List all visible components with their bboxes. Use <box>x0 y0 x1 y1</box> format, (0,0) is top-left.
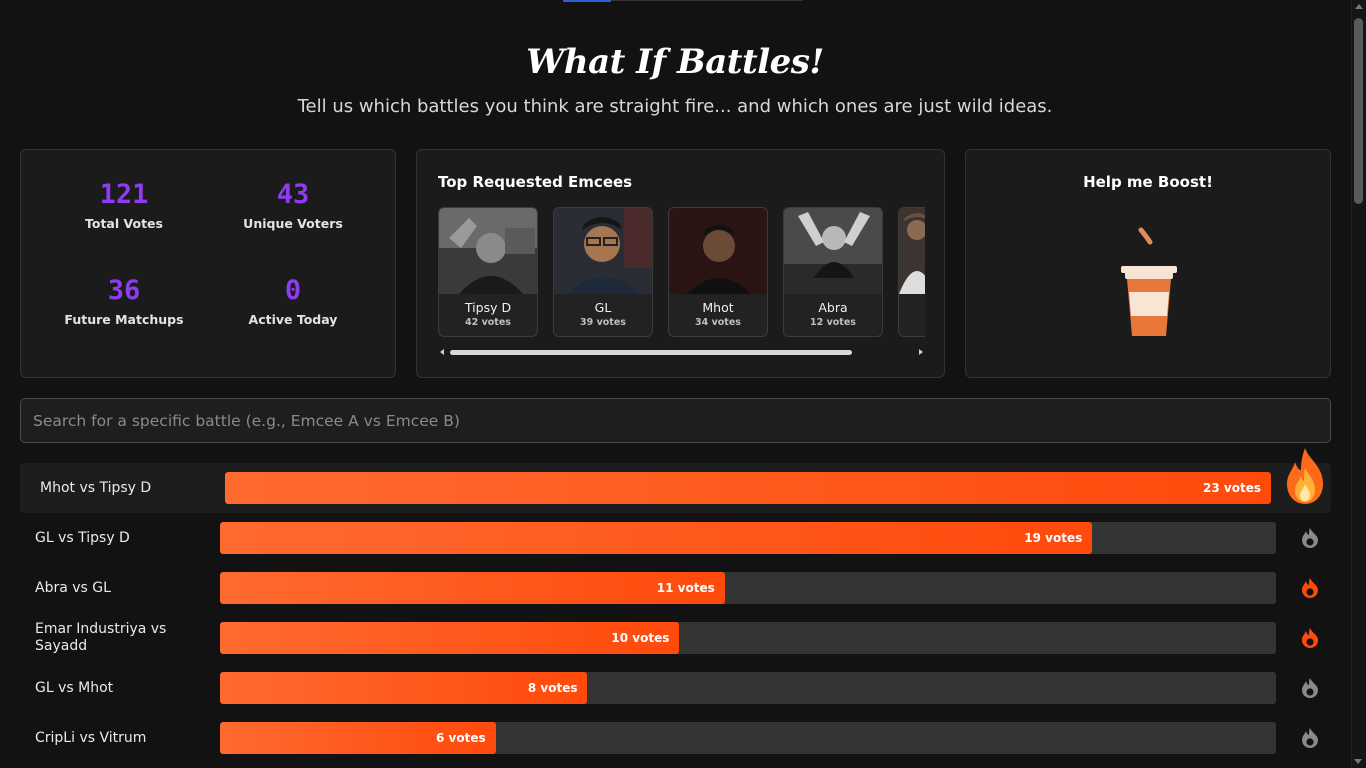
stat-value: 36 <box>107 275 141 306</box>
vote-count: 10 votes <box>611 631 670 645</box>
emcee-votes: 42 votes <box>465 317 511 328</box>
vote-count: 6 votes <box>435 731 486 745</box>
top-emcees-card: Top Requested Emcees Tipsy D 42 votes GL… <box>416 149 945 378</box>
fire-icon-large[interactable] <box>1283 446 1327 506</box>
battle-name: Emar Industriya vs Sayadd <box>35 621 167 654</box>
battle-row[interactable]: Abra vs GL 11 votes <box>20 563 1331 613</box>
battle-name: CripLi vs Vitrum <box>35 729 147 746</box>
coffee-cup-icon[interactable] <box>1116 226 1182 338</box>
stat-total-votes: 121 Total Votes <box>39 179 209 232</box>
emcee-photo <box>439 208 537 294</box>
vote-bar-fill: 8 votes <box>220 672 588 704</box>
vote-count: 23 votes <box>1203 481 1261 495</box>
stat-label: Future Matchups <box>64 312 184 327</box>
vote-bar-fill: 19 votes <box>220 522 1093 554</box>
boost-title: Help me Boost! <box>1083 173 1213 191</box>
vote-bar-fill: 11 votes <box>220 572 725 604</box>
stat-value: 43 <box>276 179 310 210</box>
emcee-card-tipsy-d[interactable]: Tipsy D 42 votes <box>438 207 538 337</box>
stat-unique-voters: 43 Unique Voters <box>208 179 378 232</box>
emcee-name: Tipsy D <box>464 300 512 315</box>
battle-row[interactable]: GL vs Tipsy D 19 votes <box>20 513 1331 563</box>
emcee-carousel-scrollbar[interactable] <box>438 348 925 356</box>
vote-bar: 11 votes <box>220 572 1276 604</box>
emcee-photo <box>669 208 767 294</box>
page-subtitle: Tell us which battles you think are stra… <box>297 96 1053 117</box>
top-divider <box>611 0 803 1</box>
top-tab-indicator <box>563 0 611 2</box>
battle-name: GL vs Tipsy D <box>35 529 130 546</box>
battle-row[interactable]: Emar Industriya vs Sayadd 10 votes <box>20 613 1331 663</box>
battle-search-input[interactable] <box>20 398 1331 443</box>
stat-value: 121 <box>99 179 149 210</box>
vote-bar-fill: 23 votes <box>225 472 1271 504</box>
emcee-name: Mhot <box>702 300 734 315</box>
stat-future-matchups: 36 Future Matchups <box>39 275 209 328</box>
battle-row[interactable]: CripLi vs Vitrum 6 votes <box>20 713 1331 763</box>
vote-count: 8 votes <box>527 681 578 695</box>
page-title: What If Battles! <box>526 42 824 82</box>
battle-name: Abra vs GL <box>35 579 111 596</box>
emcee-photo <box>784 208 882 294</box>
emcee-photo <box>899 208 925 294</box>
vote-count: 19 votes <box>1024 531 1083 545</box>
vote-bar: 6 votes <box>220 722 1276 754</box>
stat-label: Active Today <box>248 312 338 327</box>
scroll-left-arrow-icon[interactable] <box>440 349 444 355</box>
battle-name: GL vs Mhot <box>35 679 114 696</box>
emcee-card-partial[interactable] <box>898 207 925 337</box>
emcee-photo <box>554 208 652 294</box>
vote-count: 11 votes <box>656 581 715 595</box>
stat-label: Unique Voters <box>243 216 343 231</box>
emcee-name: GL <box>594 300 612 315</box>
emcee-card-abra[interactable]: Abra 12 votes <box>783 207 883 337</box>
stat-value: 0 <box>284 275 302 306</box>
fire-icon-inactive[interactable] <box>1299 727 1321 749</box>
page-scrollbar-thumb[interactable] <box>1354 18 1363 204</box>
vote-bar-fill: 10 votes <box>220 622 680 654</box>
battle-row[interactable]: GL vs Mhot 8 votes <box>20 663 1331 713</box>
stats-card: 121 Total Votes 43 Unique Voters 36 Futu… <box>20 149 396 378</box>
fire-icon-hot[interactable] <box>1299 577 1321 599</box>
vote-bar: 8 votes <box>220 672 1276 704</box>
battle-row[interactable]: Mhot vs Tipsy D 23 votes <box>20 448 1331 513</box>
scroll-down-arrow-icon[interactable] <box>1354 759 1362 764</box>
vote-bar: 10 votes <box>220 622 1276 654</box>
scroll-up-arrow-icon[interactable] <box>1355 4 1363 9</box>
emcee-card-gl[interactable]: GL 39 votes <box>553 207 653 337</box>
vote-bar: 23 votes <box>225 472 1271 504</box>
emcee-votes: 12 votes <box>810 317 856 328</box>
vote-bar-fill: 6 votes <box>220 722 496 754</box>
fire-icon-inactive[interactable] <box>1299 527 1321 549</box>
vote-bar: 19 votes <box>220 522 1276 554</box>
emcee-votes: 39 votes <box>580 317 626 328</box>
battle-name: Mhot vs Tipsy D <box>40 479 152 496</box>
scrollbar-thumb[interactable] <box>450 350 852 355</box>
boost-card[interactable]: Help me Boost! <box>965 149 1331 378</box>
emcee-votes: 34 votes <box>695 317 741 328</box>
emcee-name: Abra <box>818 300 848 315</box>
page-scrollbar[interactable] <box>1351 0 1366 768</box>
emcee-card-mhot[interactable]: Mhot 34 votes <box>668 207 768 337</box>
stat-label: Total Votes <box>85 216 163 231</box>
fire-icon-hot[interactable] <box>1299 627 1321 649</box>
fire-icon-inactive[interactable] <box>1299 677 1321 699</box>
top-emcees-title: Top Requested Emcees <box>438 173 633 191</box>
stat-active-today: 0 Active Today <box>208 275 378 328</box>
emcee-carousel[interactable]: Tipsy D 42 votes GL 39 votes Mhot 34 vot… <box>438 207 925 338</box>
scroll-right-arrow-icon[interactable] <box>919 349 923 355</box>
